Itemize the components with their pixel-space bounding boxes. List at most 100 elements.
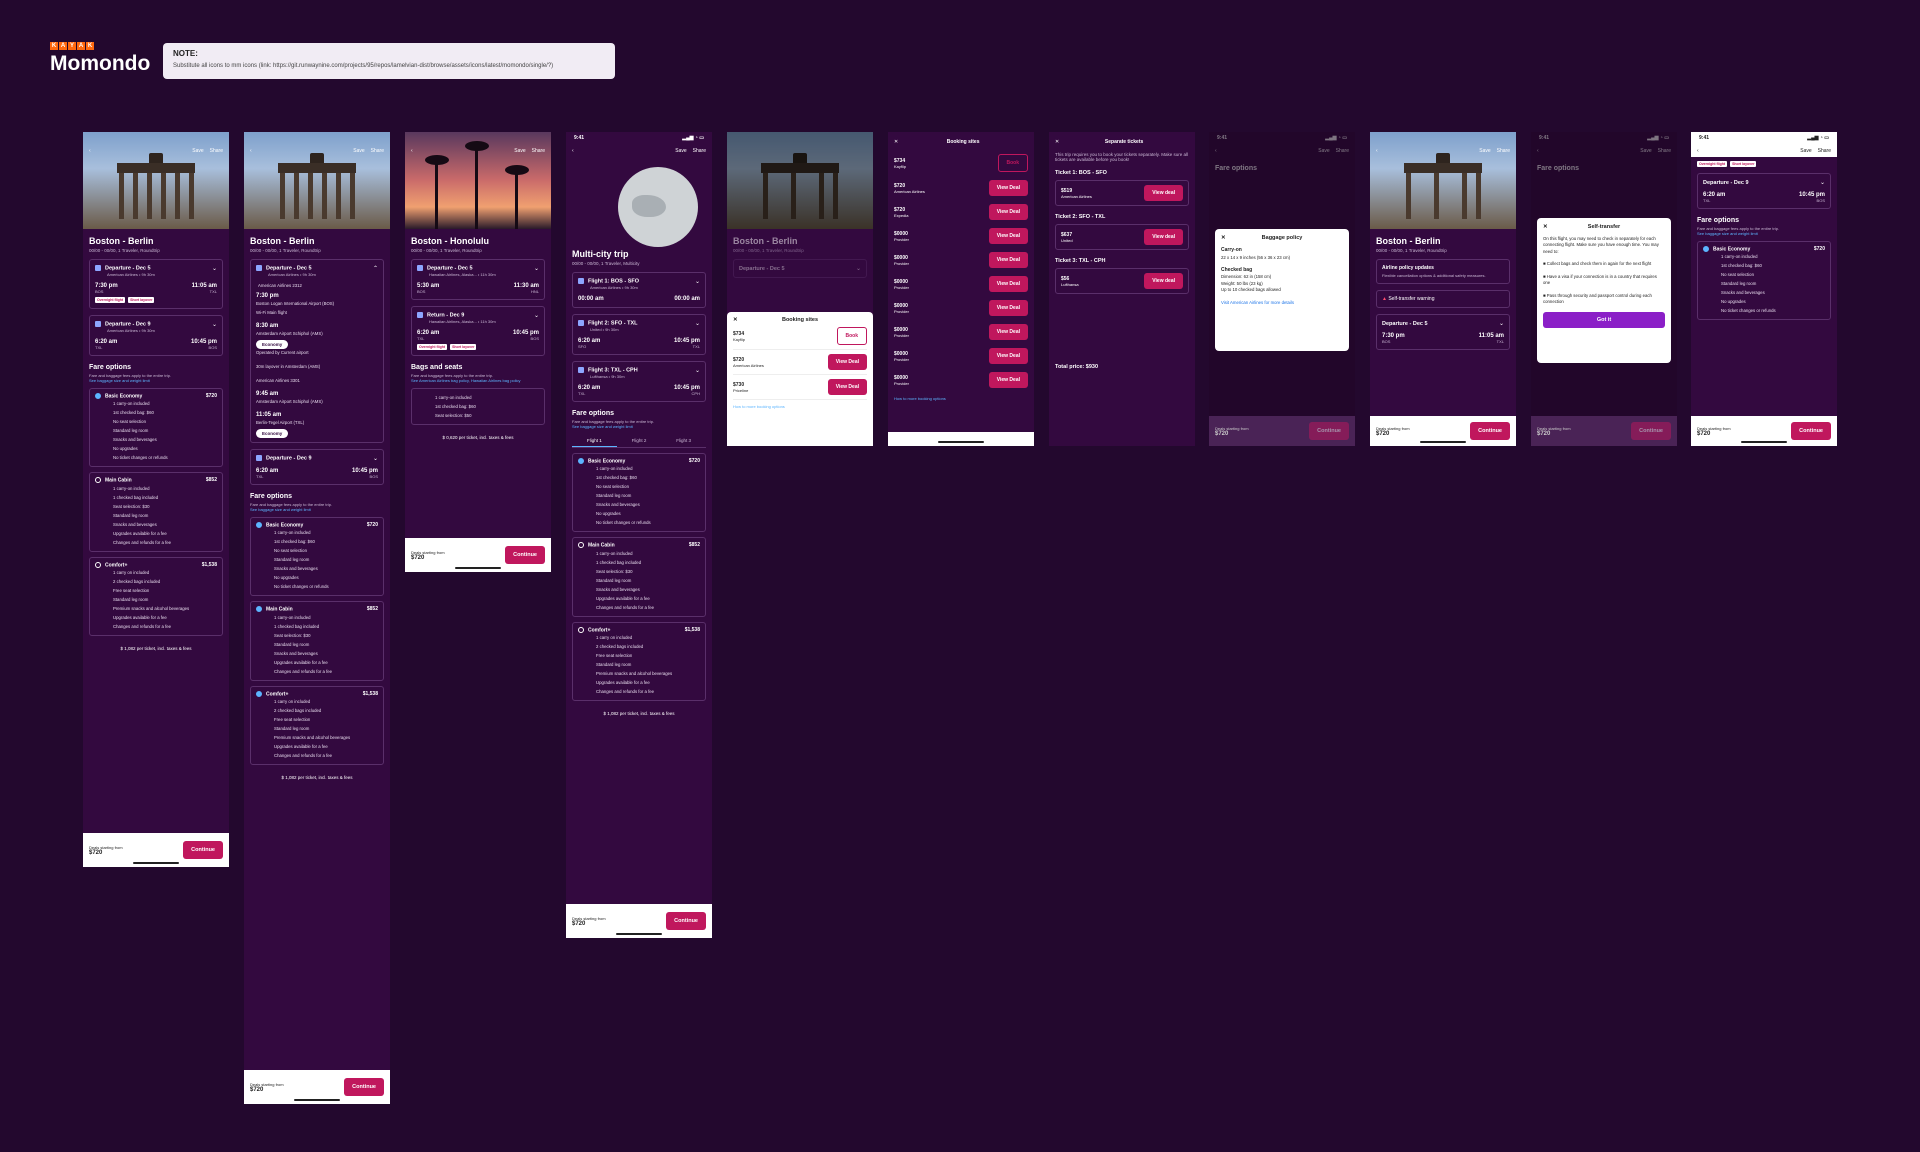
chevron-down-icon[interactable]: ⌄ [373, 455, 378, 462]
flight-2-card[interactable]: Flight 2: SFO - TXL ⌄ United • 9h 30m 6:2… [572, 314, 706, 355]
total-price: Total price: $930 [1055, 364, 1098, 370]
radio-selected[interactable] [95, 393, 101, 399]
radio[interactable] [95, 561, 101, 568]
close-icon[interactable]: ✕ [894, 139, 898, 145]
screen-self-transfer: 9:41▂▄▆ ◔ ▭ ‹SaveShare Fare options Deal… [1531, 132, 1677, 446]
globe-illustration [566, 157, 712, 247]
baggage-link[interactable]: See baggage size and weight limit [89, 378, 223, 383]
share-button[interactable]: Share [210, 148, 223, 154]
view-deal-button[interactable]: View Deal [827, 354, 867, 370]
continue-button[interactable]: Continue [183, 841, 223, 859]
departure-card[interactable]: Departure - Dec 5 ⌄ Hawaiian Airlines, Al… [411, 259, 545, 300]
departure-card[interactable]: Departure - Dec 5 ⌄ American Airlines • 9… [89, 259, 223, 309]
fare-basic[interactable]: Basic Economy $720 1 carry-on included 1st… [250, 517, 384, 597]
cabin-select[interactable]: Economy [256, 340, 289, 349]
fare-main[interactable]: Main Cabin $852 1 carry-on included 1 che… [89, 472, 223, 552]
booking-row: $734 Kayflip Book [733, 323, 867, 350]
kayak-badge: KAYAK [50, 42, 94, 50]
return-card[interactable]: Departure - Dec 9 ⌄ American Airlines • 9… [89, 315, 223, 356]
save-button[interactable]: Save [675, 148, 686, 154]
flight-leg: 7:30 pm BOS 11:05 am TXL [95, 283, 217, 294]
screen-policy-warnings: 9:41▂▄▆ ◔ ▭ ‹SaveShare Boston - Berlin 0… [1370, 132, 1516, 446]
more-options-link[interactable]: How to more booking options [733, 404, 867, 409]
screen-baggage-policy: 9:41▂▄▆ ◔ ▭ ‹SaveShare Fare options Main… [1209, 132, 1355, 446]
view-deal-button[interactable]: View deal [1144, 185, 1183, 201]
screen-fare-scrolled: 9:41 ▂▄▆ ◔ ▭ ‹ Save Share Overnight flight S… [1691, 132, 1837, 446]
brand-logo: KAYAK Momondo [50, 42, 150, 76]
back-icon[interactable]: ‹ [411, 148, 413, 154]
book-button[interactable]: Book [997, 154, 1028, 172]
flight-tabs: Flight 1 Flight 2 Flight 3 [572, 435, 706, 448]
screen-honolulu: 9:41▂▄▆ ◔ ▭ ‹ SaveShare Boston - Honolul… [405, 132, 551, 572]
view-deal-button[interactable]: View Deal [827, 379, 867, 395]
airline-icon [95, 265, 101, 272]
view-deal-button[interactable]: View deal [1144, 229, 1183, 245]
screen-multicity: 9:41 ▂▄▆ ◔ ▭ ‹ Save Share Multi-city trip … [566, 132, 712, 938]
continue-button[interactable]: Continue [344, 1078, 384, 1096]
screen-flight-details: 9:41▂▄▆ ◔ ▭ ‹ SaveShare Boston - Berlin … [244, 132, 390, 1104]
fare-main[interactable]: Main Cabin $852 1 carry-on included 1 chec… [250, 601, 384, 681]
screen-separate-tickets: ✕ Separate tickets This trip requires you… [1049, 132, 1195, 446]
got-it-button[interactable]: Got it [1543, 311, 1665, 328]
return-card[interactable]: Return - Dec 9 ⌄ Hawaiian Airlines, Alask… [411, 306, 545, 356]
chevron-up-icon[interactable]: ⌃ [373, 265, 378, 272]
flight-1-card[interactable]: Flight 1: BOS - SFO ⌄ American Airlines •… [572, 272, 706, 308]
close-icon[interactable]: ✕ [1221, 235, 1226, 241]
tab-flight-1[interactable]: Flight 1 [572, 435, 617, 447]
share-button[interactable]: Share [371, 148, 384, 154]
self-transfer-modal: ✕ Self-transfer On this flight, you may n… [1537, 218, 1671, 363]
continue-button[interactable]: Continue [505, 546, 545, 564]
chevron-down-icon[interactable]: ⌄ [212, 321, 217, 328]
view-deal-button[interactable]: View deal [1144, 273, 1183, 289]
close-icon[interactable]: ✕ [733, 317, 738, 323]
total-price: $ 1,082 per ticket, incl. taxes & fees [120, 645, 192, 651]
close-icon[interactable]: ✕ [1543, 224, 1548, 230]
share-button[interactable]: Share [693, 148, 706, 154]
book-button[interactable]: Book [836, 327, 867, 345]
page-title: Boston - Berlin [89, 236, 154, 246]
save-button[interactable]: Save [353, 148, 364, 154]
save-button[interactable]: Save [514, 148, 525, 154]
overnight-tag: Overnight flight [95, 297, 126, 303]
screen-booking-sheet: 9:41▂▄▆ ◔ ▭ Boston - Berlin 00/00 - 00/0… [727, 132, 873, 446]
baggage-modal: ✕ Baggage policy Carry-on 22 x 14 x 9 inch… [1215, 229, 1349, 351]
cabin-select[interactable]: Economy [256, 429, 289, 438]
save-button[interactable]: Save [192, 148, 203, 154]
short-layover-tag: Short layover [128, 297, 155, 303]
note-body: Substitute all icons to mm icons (link: … [173, 63, 554, 69]
fare-comfort[interactable]: Comfort+ $1,538 1 carry on included 2 che… [89, 556, 223, 636]
return-card[interactable]: Departure - Dec 9 ⌄ 6:20 am TXL 10:45 pm BOS [250, 449, 384, 485]
fare-options: Fare options Fare and baggage fees apply… [83, 356, 229, 383]
back-icon[interactable]: ‹ [572, 148, 574, 154]
note-box: NOTE: Substitute all icons to mm icons (… [163, 43, 615, 79]
departure-card-expanded[interactable]: Departure - Dec 5 ⌃ American Airlines • 9… [250, 259, 384, 443]
share-button[interactable]: Share [532, 148, 545, 154]
airline-details-link[interactable]: Visit American Airlines for more details [1221, 300, 1343, 306]
self-transfer-warning[interactable]: ▲ Self-transfer warning [1376, 290, 1510, 308]
radio[interactable] [95, 477, 101, 484]
bags-box: 1 carry-on included 1st checked bag: $60 S… [411, 388, 545, 425]
airline-icon [95, 321, 101, 328]
trip-summary: 00/00 - 00/00, 1 Traveler, Roundtrip [89, 248, 160, 253]
brand-name: Momondo [50, 52, 151, 75]
tab-flight-2[interactable]: Flight 2 [617, 435, 662, 447]
fare-comfort[interactable]: Comfort+ $1,538 1 carry on included 2 chec… [250, 685, 384, 765]
chevron-down-icon[interactable]: ⌄ [212, 265, 217, 272]
gate-illustration [111, 153, 201, 219]
layover-info: 30m layover in Amsterdam (AMS) [256, 364, 321, 369]
back-icon[interactable]: ‹ [250, 148, 252, 154]
flight-3-card[interactable]: Flight 3: TXL - CPH ⌄ Lufthansa • 9h 30m … [572, 361, 706, 402]
top-nav: ‹ Save Share [83, 144, 229, 157]
booking-sheet: ✕ Booking sites $734 Kayflip Book $720 Ameri… [727, 312, 873, 446]
booking-row: $720 American Airlines View Deal [733, 350, 867, 375]
policy-banner[interactable]: Airline policy updates Flexible cancellat… [1376, 259, 1510, 284]
bottom-bar: Deals starting from $720 Continue [83, 833, 229, 867]
booking-row: $730 Priceline View Deal [733, 375, 867, 400]
note-title: NOTE: [173, 49, 198, 58]
continue-button[interactable]: Continue [666, 912, 706, 930]
back-icon[interactable]: ‹ [89, 148, 91, 154]
close-icon[interactable]: ✕ [1055, 139, 1059, 145]
screen-overview: 9:41▂▄▆ ◔ ▭ ‹ SaveShare Boston - Berlin … [83, 132, 229, 867]
tab-flight-3[interactable]: Flight 3 [661, 435, 706, 447]
fare-basic[interactable]: Basic Economy $720 1 carry-on included 1s… [89, 388, 223, 468]
